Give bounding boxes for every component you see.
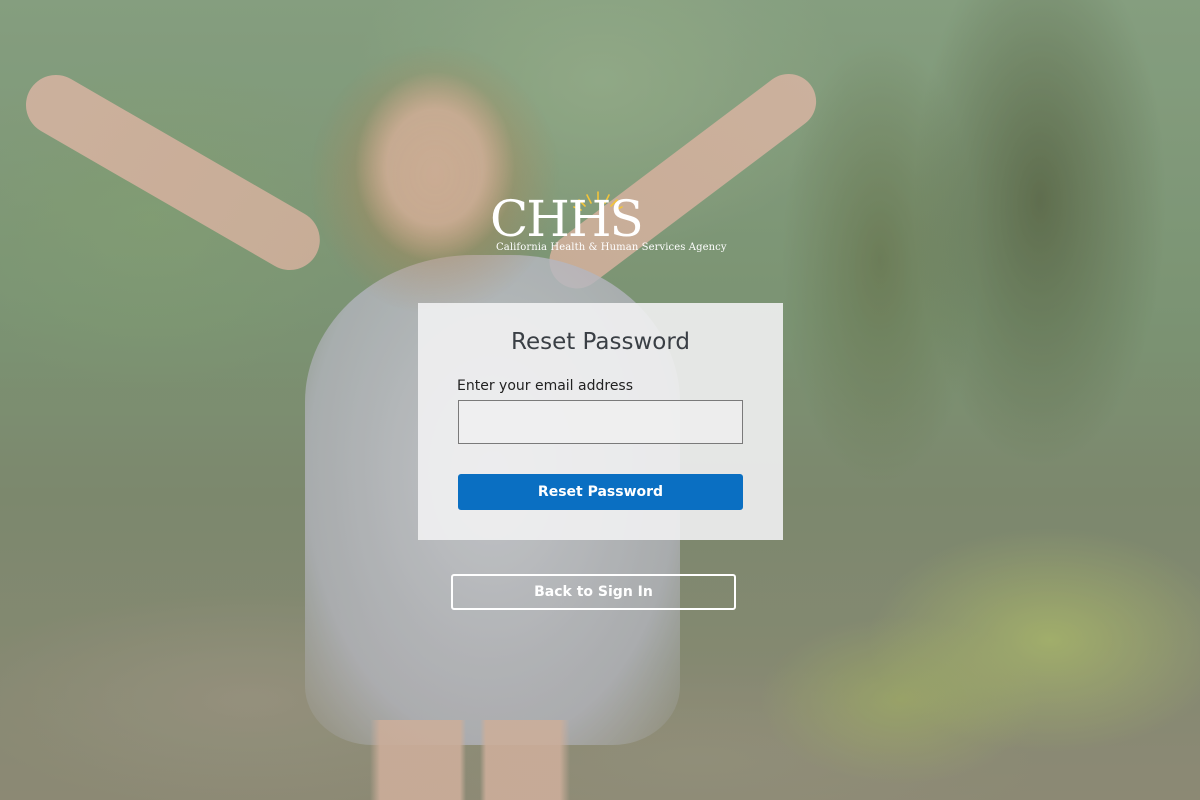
chhs-logo-mark: CHHS (490, 190, 644, 242)
email-field[interactable] (458, 400, 743, 444)
chhs-logo: CHHS California Health & Human Services … (490, 186, 726, 260)
reset-password-button[interactable]: Reset Password (458, 474, 743, 510)
page-title: Reset Password (511, 329, 690, 355)
reset-password-card: Reset Password Enter your email address … (418, 303, 783, 540)
logo-subtitle: California Health & Human Services Agenc… (496, 242, 727, 253)
email-label: Enter your email address (457, 378, 634, 394)
back-to-sign-in-button[interactable]: Back to Sign In (451, 574, 736, 610)
chhs-wordmark: CHHS (490, 190, 642, 242)
